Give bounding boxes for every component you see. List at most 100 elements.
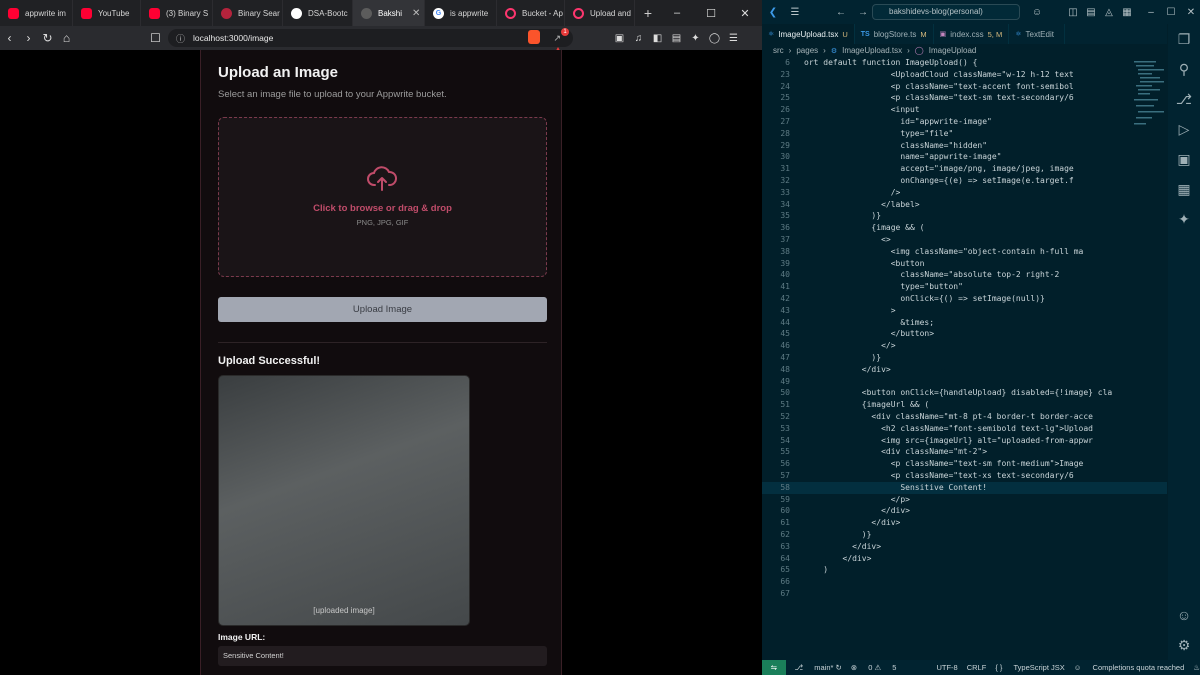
home-icon[interactable]: ⌂ xyxy=(57,26,76,50)
close-window-icon[interactable]: ✕ xyxy=(1180,7,1200,18)
layout-icon[interactable]: ▦ xyxy=(1116,7,1138,18)
line-number: 34 xyxy=(780,199,790,209)
browser-tab[interactable]: Gis appwrite xyxy=(425,0,497,26)
code-line: 35 )} xyxy=(762,210,1167,222)
page-viewport: Upload an Image Select an image file to … xyxy=(0,50,762,675)
hamburger-menu-icon[interactable]: ☰ xyxy=(784,7,806,18)
code-line: 59 </p> xyxy=(762,494,1167,506)
upload-image-button[interactable]: Upload Image xyxy=(218,297,547,322)
code-editor[interactable]: 6 ort default function ImageUpload() {23 … xyxy=(762,57,1167,660)
git-branch[interactable]: ⎇ main* ↻ xyxy=(795,663,842,672)
bookmark-icon[interactable]: ☐ xyxy=(146,26,165,50)
account-icon[interactable]: ☺ xyxy=(1168,600,1200,630)
language-mode[interactable]: { } TypeScript JSX xyxy=(995,663,1064,672)
line-number: 28 xyxy=(780,128,790,138)
image-dropzone[interactable]: Click to browse or drag & drop PNG, JPG,… xyxy=(218,117,547,277)
youtube-icon xyxy=(149,7,160,19)
google-icon: G xyxy=(433,7,444,19)
copilot-quota[interactable]: ☺ Completions quota reached xyxy=(1074,663,1184,672)
close-tab-icon[interactable]: ✕ xyxy=(412,8,420,19)
line-number: 42 xyxy=(780,294,790,303)
url-field[interactable]: ⓘ localhost:3000/image ↗ xyxy=(168,29,573,47)
notifications-icon[interactable]: ♨ xyxy=(1193,663,1200,672)
browser-tab[interactable]: (3) Binary S xyxy=(141,0,213,26)
wallet-icon[interactable]: ▤ xyxy=(667,33,686,44)
jsx-file-icon: ⚛ xyxy=(1015,31,1022,38)
leo-ai-icon[interactable]: ✦ xyxy=(686,33,705,44)
code-line: 53 <h2 className="font-semibold text-lg"… xyxy=(762,423,1167,435)
new-tab-icon[interactable]: + xyxy=(635,5,661,21)
breadcrumb-pages[interactable]: pages xyxy=(796,46,818,55)
nav-back-icon[interactable]: ← xyxy=(830,7,852,18)
line-number: 53 xyxy=(780,423,790,433)
rewards-alert-icon[interactable]: 1 xyxy=(552,28,569,58)
editor-tab-status: 5, M xyxy=(987,29,1003,39)
breadcrumb-symbol[interactable]: ImageUpload xyxy=(929,46,977,55)
breadcrumb-src[interactable]: src xyxy=(773,46,784,55)
line-number: 65 xyxy=(780,565,790,575)
back-icon[interactable]: ‹ xyxy=(0,26,19,50)
minimize-icon[interactable]: – xyxy=(1140,7,1162,18)
maximize-icon[interactable]: ☐ xyxy=(694,0,728,26)
appwrite-icon xyxy=(505,7,516,19)
code-line: 47 )} xyxy=(762,352,1167,364)
browser-tab[interactable]: Binary Sear xyxy=(213,0,283,26)
quota-text: Completions quota reached xyxy=(1092,663,1185,672)
music-icon[interactable]: ♫ xyxy=(629,33,648,44)
copilot-icon[interactable]: ☺ xyxy=(1026,7,1048,18)
close-window-icon[interactable]: ✕ xyxy=(728,0,762,26)
browser-tab[interactable]: DSA-Bootc xyxy=(283,0,353,26)
remote-indicator-icon[interactable]: ⇋ xyxy=(762,660,786,675)
breadcrumb-file[interactable]: ImageUpload.tsx xyxy=(842,46,902,55)
breadcrumb: src › pages › ⚙ ImageUpload.tsx › ◯ ImageUp… xyxy=(773,46,977,55)
editor-tab[interactable]: ▣ index.css 5, M xyxy=(934,24,1010,44)
editor-tab[interactable]: ⚛ ImageUpload.tsx U xyxy=(762,24,855,44)
nav-forward-icon[interactable]: → xyxy=(852,7,874,18)
minimize-icon[interactable]: – xyxy=(660,0,694,26)
line-text: {image && ( xyxy=(804,223,925,233)
browser-tab[interactable]: YouTube xyxy=(73,0,141,26)
search-icon[interactable]: ⚲ xyxy=(1168,54,1200,84)
code-line: 61 </div> xyxy=(762,517,1167,529)
code-line: 24 <p className="text-accent font-semibo… xyxy=(762,81,1167,93)
line-text: type="button" xyxy=(804,282,963,292)
browser-tab[interactable]: Upload and xyxy=(565,0,635,26)
vpn-icon[interactable]: ◯ xyxy=(705,33,724,44)
site-info-icon[interactable]: ⓘ xyxy=(176,32,185,45)
settings-gear-icon[interactable]: ⚙ xyxy=(1168,630,1200,660)
code-line: 45 </button> xyxy=(762,328,1167,340)
upload-cloud-icon xyxy=(367,166,397,191)
problems-indicator[interactable]: ⊗ 0 ⚠ 5 xyxy=(851,663,897,672)
browser-tab[interactable]: Bucket - Ap xyxy=(497,0,565,26)
appwrite-icon xyxy=(573,7,584,19)
run-debug-icon[interactable]: ▷ xyxy=(1168,114,1200,144)
sidebar-icon[interactable]: ◧ xyxy=(648,33,667,44)
forward-icon[interactable]: › xyxy=(19,26,38,50)
editor-tab[interactable]: ⚛ TextEdit xyxy=(1009,24,1065,44)
remote-explorer-icon[interactable]: ▣ xyxy=(1168,144,1200,174)
line-ending[interactable]: CRLF xyxy=(967,663,987,672)
extensions-icon[interactable]: ▦ xyxy=(1168,174,1200,204)
reload-icon[interactable]: ↻ xyxy=(38,26,57,50)
browser-tab[interactable]: appwrite im xyxy=(0,0,73,26)
minimap[interactable] xyxy=(1132,57,1167,147)
maximize-icon[interactable]: ☐ xyxy=(1160,7,1182,18)
cast-icon[interactable]: ▣ xyxy=(610,33,629,44)
menu-icon[interactable]: ☰ xyxy=(724,33,743,44)
encoding[interactable]: UTF-8 xyxy=(936,663,957,672)
brave-shields-icon[interactable] xyxy=(528,30,540,44)
editor-tab[interactable]: TS blogStore.ts M xyxy=(855,24,934,44)
source-control-icon[interactable]: ⎇ xyxy=(1168,84,1200,114)
line-text: <UploadCloud className="w-12 h-12 text xyxy=(804,69,1074,79)
explorer-icon[interactable]: ❐ xyxy=(1168,24,1200,54)
line-text: </div> xyxy=(804,518,901,528)
image-url-value[interactable]: Sensitive Content! xyxy=(218,646,547,666)
browser-window: appwrite im YouTube (3) Binary S Binary Sea… xyxy=(0,0,762,675)
copilot-chat-icon[interactable]: ✦ xyxy=(1168,204,1200,234)
code-line: 58 Sensitive Content! xyxy=(762,481,1167,494)
browser-tab[interactable]: Bakshi ✕ xyxy=(353,0,425,26)
upload-page: Upload an Image Select an image file to … xyxy=(200,50,562,675)
code-line: 39 <button xyxy=(762,258,1167,270)
command-center-search[interactable]: bakshidevs-blog(personal) xyxy=(872,4,1020,20)
line-number: 37 xyxy=(780,235,790,244)
